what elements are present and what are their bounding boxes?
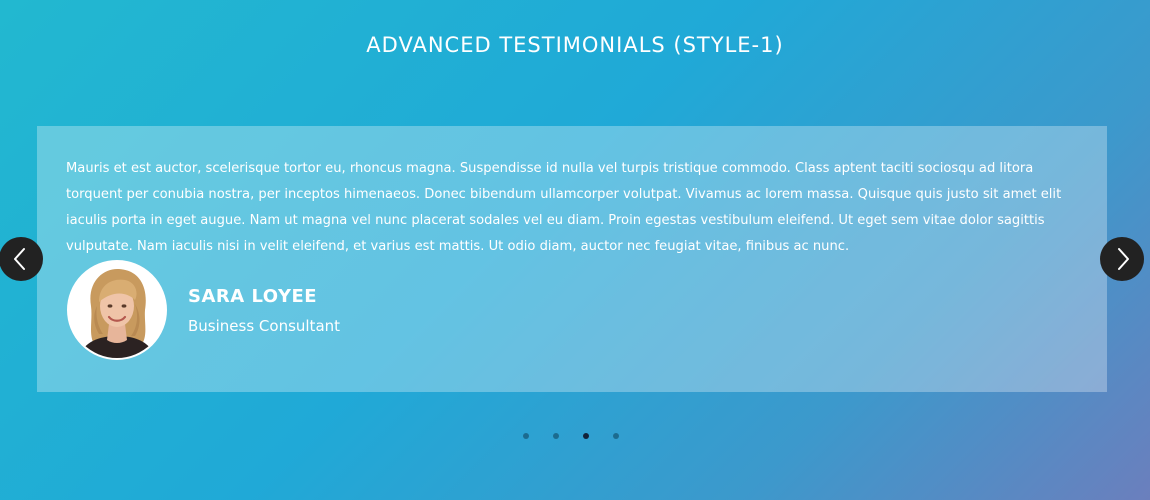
carousel-dot-4[interactable] bbox=[613, 433, 619, 439]
carousel-next-button[interactable] bbox=[1100, 237, 1144, 281]
avatar bbox=[67, 260, 167, 360]
testimonial-author-role: Business Consultant bbox=[188, 317, 341, 335]
chevron-right-icon bbox=[1118, 248, 1129, 270]
carousel-dot-2[interactable] bbox=[553, 433, 559, 439]
carousel-dot-1[interactable] bbox=[523, 433, 529, 439]
testimonial-quote: Mauris et est auctor, scelerisque tortor… bbox=[66, 161, 1062, 254]
avatar-photo bbox=[69, 262, 165, 358]
testimonial-card: Mauris et est auctor, scelerisque tortor… bbox=[37, 126, 1107, 392]
chevron-left-icon bbox=[14, 248, 25, 270]
testimonial-author-name: SARA LOYEE bbox=[188, 286, 318, 307]
carousel-dot-3[interactable] bbox=[583, 433, 589, 439]
carousel-prev-button[interactable] bbox=[0, 237, 43, 281]
section-title: ADVANCED TESTIMONIALS (STYLE-1) bbox=[366, 33, 784, 57]
